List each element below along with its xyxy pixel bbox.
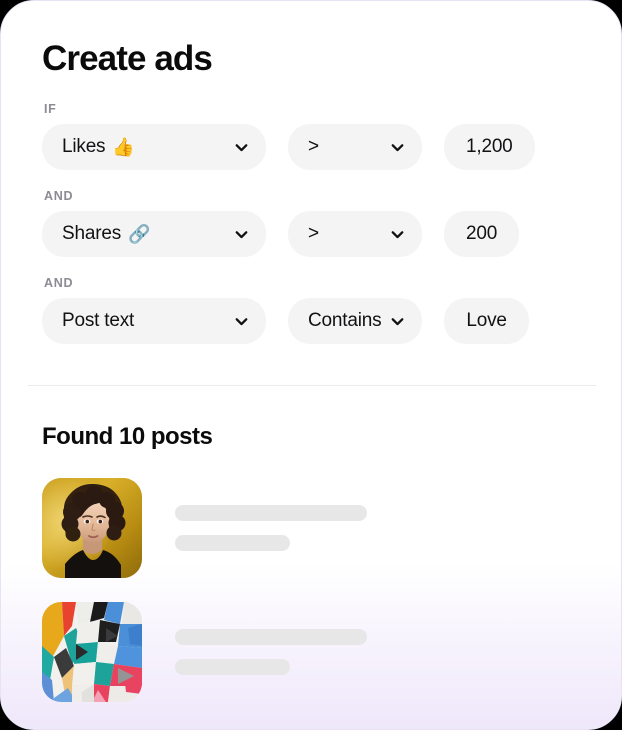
rule-operator-label-2: > (308, 223, 319, 244)
rule-operator-label-1: > (308, 136, 319, 157)
rule-field-select-3[interactable]: Post text (42, 298, 266, 344)
list-item[interactable] (42, 602, 587, 702)
rule-connector-label-1: IF (44, 102, 57, 116)
rule-value-input-3[interactable]: Love (444, 298, 529, 344)
rule-value-input-1[interactable]: 1,200 (444, 124, 535, 170)
post-text-placeholder (175, 505, 367, 551)
results-heading: Found 10 posts (42, 423, 213, 450)
chevron-down-icon (235, 141, 248, 154)
chevron-down-icon (235, 315, 248, 328)
rule-group-1: IF Likes 👍 > 1,200 (42, 101, 587, 170)
chevron-down-icon (391, 141, 404, 154)
rule-connector-label-2: AND (44, 189, 74, 203)
skeleton-line-short (175, 659, 290, 675)
link-icon: 🔗 (128, 224, 151, 244)
rule-group-2: AND Shares 🔗 > 200 (42, 188, 587, 257)
chevron-down-icon (235, 228, 248, 241)
page-title: Create ads (42, 39, 213, 78)
create-ads-card: Create ads IF Likes 👍 > 1,200 AND Shares… (0, 0, 622, 730)
chevron-down-icon (391, 228, 404, 241)
rule-field-label-1: Likes (62, 136, 106, 157)
list-item[interactable] (42, 478, 587, 578)
post-thumbnail-portrait[interactable] (42, 478, 142, 578)
rule-value-input-2[interactable]: 200 (444, 211, 520, 257)
rule-operator-select-1[interactable]: > (288, 124, 422, 170)
rule-builder: IF Likes 👍 > 1,200 AND Shares 🔗 > 200 AN… (42, 101, 587, 362)
rule-operator-select-3[interactable]: Contains (288, 298, 423, 344)
rule-row-2: Shares 🔗 > 200 (42, 211, 587, 257)
rule-row-3: Post text Contains Love (42, 298, 587, 344)
chevron-down-icon (391, 315, 404, 328)
rule-operator-select-2[interactable]: > (288, 211, 422, 257)
skeleton-line-long (175, 505, 367, 521)
rule-connector-label-3: AND (44, 276, 74, 290)
rule-field-label-3: Post text (62, 310, 135, 331)
post-thumbnail-abstract[interactable] (42, 602, 142, 702)
skeleton-line-long (175, 629, 367, 645)
thumbs-up-icon: 👍 (112, 137, 135, 157)
rule-field-select-2[interactable]: Shares 🔗 (42, 211, 266, 257)
skeleton-line-short (175, 535, 290, 551)
post-results-list (42, 478, 587, 726)
rule-group-3: AND Post text Contains Love (42, 275, 587, 344)
section-divider (28, 385, 596, 386)
rule-field-select-1[interactable]: Likes 👍 (42, 124, 266, 170)
rule-row-1: Likes 👍 > 1,200 (42, 124, 587, 170)
rule-field-label-2: Shares (62, 223, 122, 244)
post-text-placeholder (175, 629, 367, 675)
rule-operator-label-3: Contains (308, 310, 382, 331)
